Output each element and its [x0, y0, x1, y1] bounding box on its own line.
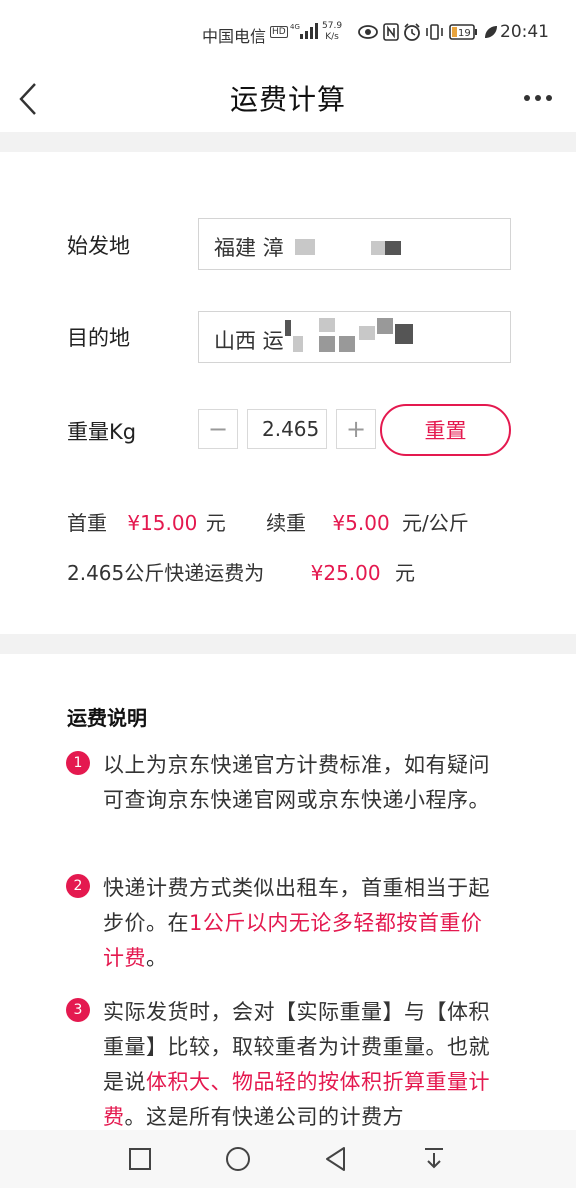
redacted-mask [319, 318, 335, 332]
total-price: ¥25.00 [310, 561, 381, 585]
speed-unit: K/s [325, 32, 339, 42]
note-number-badge: 2 [66, 874, 90, 898]
network-label: 4G [290, 23, 300, 31]
note-text: 实际发货时，会对【实际重量】与【体积重量】比较，取较重者为计费重量。也就是说体积… [103, 995, 503, 1130]
recents-button[interactable] [125, 1144, 155, 1174]
top-app-bar: 运费计算 [0, 66, 576, 132]
network-speed: 57.9 K/s [322, 21, 342, 43]
more-button[interactable] [518, 80, 558, 116]
note-number-badge: 3 [66, 998, 90, 1022]
notification-shade-button[interactable] [419, 1144, 449, 1174]
download-icon [425, 1148, 443, 1169]
first-weight-price: ¥15.00 [127, 511, 198, 535]
redacted-mask [285, 320, 291, 336]
origin-value: 福建 漳 [214, 236, 284, 260]
system-nav-bar [0, 1130, 576, 1188]
carrier-label: 中国电信 [202, 27, 267, 46]
shipping-calculator: 始发地 福建 漳 目的地 山西 运 重量Kg − 2.465 + 重置 首重 ¥… [0, 152, 576, 634]
hd-badge: HD [270, 26, 288, 38]
redacted-mask [319, 336, 335, 352]
nfc-icon [383, 23, 399, 41]
section-divider [0, 132, 576, 152]
origin-field[interactable]: 福建 漳 [198, 218, 511, 270]
note-text-plain: 。 [146, 946, 168, 970]
total-label: 2.465公斤快递运费为 [67, 561, 265, 585]
signal-icon: 4G [290, 23, 318, 39]
total-unit: 元 [394, 561, 415, 585]
minus-icon: − [207, 415, 229, 443]
battery-icon: 19 [449, 24, 477, 40]
continued-weight-unit: 元/公斤 [402, 511, 469, 535]
weight-decrement-button[interactable]: − [198, 409, 238, 449]
circle-icon [226, 1147, 250, 1171]
continued-weight-label: 续重 [266, 511, 307, 535]
square-icon [129, 1148, 151, 1170]
note-text-plain: 。这是所有快递公司的计费方 [124, 1105, 404, 1129]
status-bar: 中国电信 HD 4G 57.9 K/s 19 20:41 [0, 0, 576, 66]
back-nav-button[interactable] [321, 1144, 351, 1174]
weight-increment-button[interactable]: + [336, 409, 376, 449]
note-text: 以上为京东快递官方计费标准，如有疑问可查询京东快递官网或京东快递小程序。 [103, 753, 490, 812]
home-button[interactable] [223, 1144, 253, 1174]
redacted-mask [339, 336, 355, 352]
first-weight-unit: 元 [205, 511, 226, 535]
notes-title: 运费说明 [67, 706, 147, 730]
alarm-icon [404, 23, 420, 41]
first-weight-label: 首重 [67, 511, 107, 535]
redacted-mask [371, 241, 385, 255]
triangle-back-icon [326, 1147, 345, 1171]
redacted-mask [295, 239, 315, 255]
vibrate-icon [426, 24, 443, 40]
destination-value: 山西 运 [214, 329, 284, 353]
status-icons: 19 [358, 23, 497, 41]
more-horizontal-icon [524, 95, 552, 101]
leaf-icon [485, 26, 497, 38]
page-title: 运费计算 [229, 83, 346, 116]
speed-value: 57.9 [322, 21, 343, 31]
battery-level: 19 [458, 28, 471, 39]
reset-button[interactable]: 重置 [380, 404, 511, 456]
clock: 20:41 [500, 22, 549, 42]
weight-input[interactable]: 2.465 [247, 409, 327, 449]
redacted-mask [293, 336, 303, 352]
redacted-mask [359, 326, 375, 340]
note-number-badge: 1 [66, 751, 90, 775]
eye-icon [358, 25, 378, 39]
redacted-mask [377, 318, 393, 334]
rate-line: 首重 ¥15.00 元 续重 ¥5.00 元/公斤 [67, 507, 469, 536]
total-line: 2.465公斤快递运费为 ¥25.00 元 [67, 557, 415, 586]
continued-weight-price: ¥5.00 [332, 511, 390, 535]
destination-field[interactable]: 山西 运 [198, 311, 511, 363]
shipping-notes: 运费说明 1 以上为京东快递官方计费标准，如有疑问可查询京东快递官网或京东快递小… [0, 654, 576, 1130]
plus-icon: + [345, 415, 367, 443]
origin-label: 始发地 [67, 234, 130, 258]
destination-label: 目的地 [67, 326, 130, 350]
section-divider [0, 634, 576, 654]
weight-label: 重量Kg [67, 420, 137, 444]
note-text: 快递计费方式类似出租车，首重相当于起步价。在1公斤以内无论多轻都按首重价计费。 [103, 871, 503, 976]
redacted-mask [395, 324, 413, 344]
redacted-mask [385, 241, 401, 255]
